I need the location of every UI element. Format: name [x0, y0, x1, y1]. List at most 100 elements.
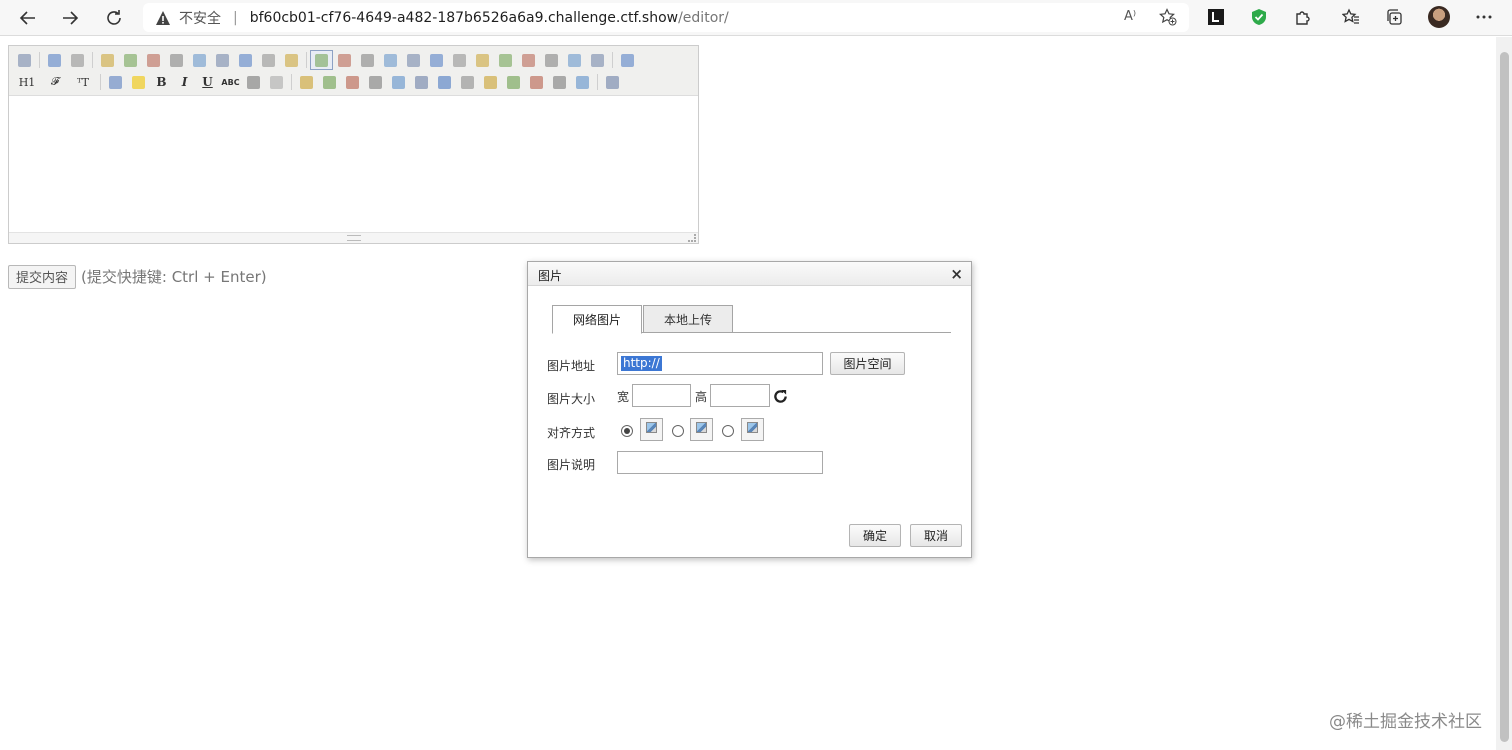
- remove-format-icon[interactable]: [265, 72, 288, 92]
- watermark: @稀土掘金技术社区: [1329, 712, 1482, 732]
- font-size-button[interactable]: ᵀT: [69, 72, 97, 92]
- align-default-image[interactable]: [640, 418, 663, 441]
- hilitecolor-icon[interactable]: [127, 72, 150, 92]
- clear-html-icon[interactable]: [540, 50, 563, 70]
- cut-icon[interactable]: [188, 50, 211, 70]
- image-icon[interactable]: [295, 72, 318, 92]
- toolbar-separator: [39, 52, 40, 68]
- close-icon[interactable]: ×: [950, 265, 963, 283]
- paste-icon[interactable]: [234, 50, 257, 70]
- line-height-icon[interactable]: [242, 72, 265, 92]
- image-dialog: 图片 × 网络图片 本地上传 图片地址 http:// 图片空间 图片大小 宽 …: [527, 261, 972, 558]
- copy-icon[interactable]: [211, 50, 234, 70]
- editor-content-area[interactable]: [9, 97, 698, 232]
- read-aloud-icon[interactable]: A⁾: [1124, 9, 1141, 26]
- width-input[interactable]: [632, 384, 691, 407]
- extension-l-icon[interactable]: [1205, 6, 1227, 28]
- justify-icon[interactable]: [379, 50, 402, 70]
- undo-icon[interactable]: [43, 50, 66, 70]
- toolbar-separator: [291, 74, 292, 90]
- shield-check-icon[interactable]: [1248, 6, 1270, 28]
- add-favorite-icon[interactable]: [1159, 8, 1177, 26]
- redo-icon[interactable]: [66, 50, 89, 70]
- paste-word-icon[interactable]: [280, 50, 303, 70]
- preview-icon[interactable]: [96, 50, 119, 70]
- profile-avatar[interactable]: [1428, 6, 1450, 28]
- align-right-image[interactable]: [741, 418, 764, 441]
- toolbar-separator: [306, 52, 307, 68]
- caption-input[interactable]: [617, 451, 823, 474]
- scrollbar-thumb[interactable]: [1500, 52, 1509, 742]
- align-left-image[interactable]: [690, 418, 713, 441]
- address-separator: |: [233, 9, 238, 26]
- multi-image-icon[interactable]: [318, 72, 341, 92]
- dialog-title-bar[interactable]: 图片 ×: [528, 262, 971, 286]
- ordered-list-icon[interactable]: [402, 50, 425, 70]
- heading-button[interactable]: H1: [13, 72, 41, 92]
- forward-icon[interactable]: [56, 4, 84, 32]
- cancel-button[interactable]: 取消: [910, 524, 962, 547]
- baidu-map-icon[interactable]: [479, 72, 502, 92]
- browser-toolbar: 不安全 | bf60cb01-cf76-4649-a482-187b6526a6…: [0, 0, 1512, 36]
- extensions-icon[interactable]: [1292, 6, 1314, 28]
- underline-button[interactable]: U: [196, 72, 219, 92]
- template-icon[interactable]: [142, 50, 165, 70]
- about-icon[interactable]: [601, 72, 624, 92]
- caption-label: 图片说明: [547, 458, 596, 472]
- image-url-input[interactable]: http://: [617, 352, 823, 375]
- editor-drag-handle[interactable]: [347, 235, 361, 241]
- media-icon[interactable]: [364, 72, 387, 92]
- insert-file-icon[interactable]: [387, 72, 410, 92]
- outdent-icon[interactable]: [471, 50, 494, 70]
- paste-plain-icon[interactable]: [257, 50, 280, 70]
- reset-size-icon[interactable]: [773, 389, 788, 404]
- refresh-icon[interactable]: [100, 4, 128, 32]
- source-icon[interactable]: [13, 50, 36, 70]
- print-icon[interactable]: [119, 50, 142, 70]
- warning-icon: [156, 10, 170, 25]
- ok-button[interactable]: 确定: [849, 524, 901, 547]
- back-icon[interactable]: [14, 4, 42, 32]
- align-right-icon[interactable]: [356, 50, 379, 70]
- collections-icon[interactable]: [1383, 6, 1405, 28]
- emoticons-icon[interactable]: [456, 72, 479, 92]
- font-name-button[interactable]: 𝓕: [41, 72, 69, 92]
- select-all-icon[interactable]: [586, 50, 609, 70]
- bold-button[interactable]: B: [150, 72, 173, 92]
- align-right-radio[interactable]: [722, 425, 734, 437]
- anchor-icon[interactable]: [525, 72, 548, 92]
- address-bar[interactable]: 不安全 | bf60cb01-cf76-4649-a482-187b6526a6…: [143, 3, 1189, 32]
- security-label[interactable]: 不安全: [179, 8, 221, 28]
- submit-content-button[interactable]: 提交内容: [8, 264, 77, 289]
- pagebreak-icon[interactable]: [502, 72, 525, 92]
- forecolor-icon[interactable]: [104, 72, 127, 92]
- editor-toolbar: H1 𝓕ᵀT B I U ABC: [9, 46, 698, 96]
- editor-resize-grip[interactable]: [688, 234, 696, 242]
- align-left-icon[interactable]: [310, 50, 333, 70]
- tab-network-image[interactable]: 网络图片: [552, 305, 642, 334]
- dialog-tabs: 网络图片 本地上传: [552, 305, 951, 334]
- superscript-icon[interactable]: [517, 50, 540, 70]
- unlink-icon[interactable]: [571, 72, 594, 92]
- italic-button[interactable]: I: [173, 72, 196, 92]
- indent-icon[interactable]: [448, 50, 471, 70]
- fullscreen-icon[interactable]: [616, 50, 639, 70]
- image-space-button[interactable]: 图片空间: [830, 352, 905, 375]
- unordered-list-icon[interactable]: [425, 50, 448, 70]
- table-icon[interactable]: [410, 72, 433, 92]
- favorites-icon[interactable]: [1340, 6, 1362, 28]
- hr-icon[interactable]: [433, 72, 456, 92]
- more-icon[interactable]: [1473, 6, 1495, 28]
- flash-icon[interactable]: [341, 72, 364, 92]
- align-default-radio[interactable]: [621, 425, 633, 437]
- tab-local-upload[interactable]: 本地上传: [643, 305, 733, 333]
- strikethrough-button[interactable]: ABC: [219, 72, 242, 92]
- height-input[interactable]: [710, 384, 770, 407]
- align-left-radio[interactable]: [672, 425, 684, 437]
- subscript-icon[interactable]: [494, 50, 517, 70]
- link-icon[interactable]: [548, 72, 571, 92]
- align-center-icon[interactable]: [333, 50, 356, 70]
- code-icon[interactable]: [165, 50, 188, 70]
- height-label: 高: [695, 390, 708, 404]
- quick-format-icon[interactable]: [563, 50, 586, 70]
